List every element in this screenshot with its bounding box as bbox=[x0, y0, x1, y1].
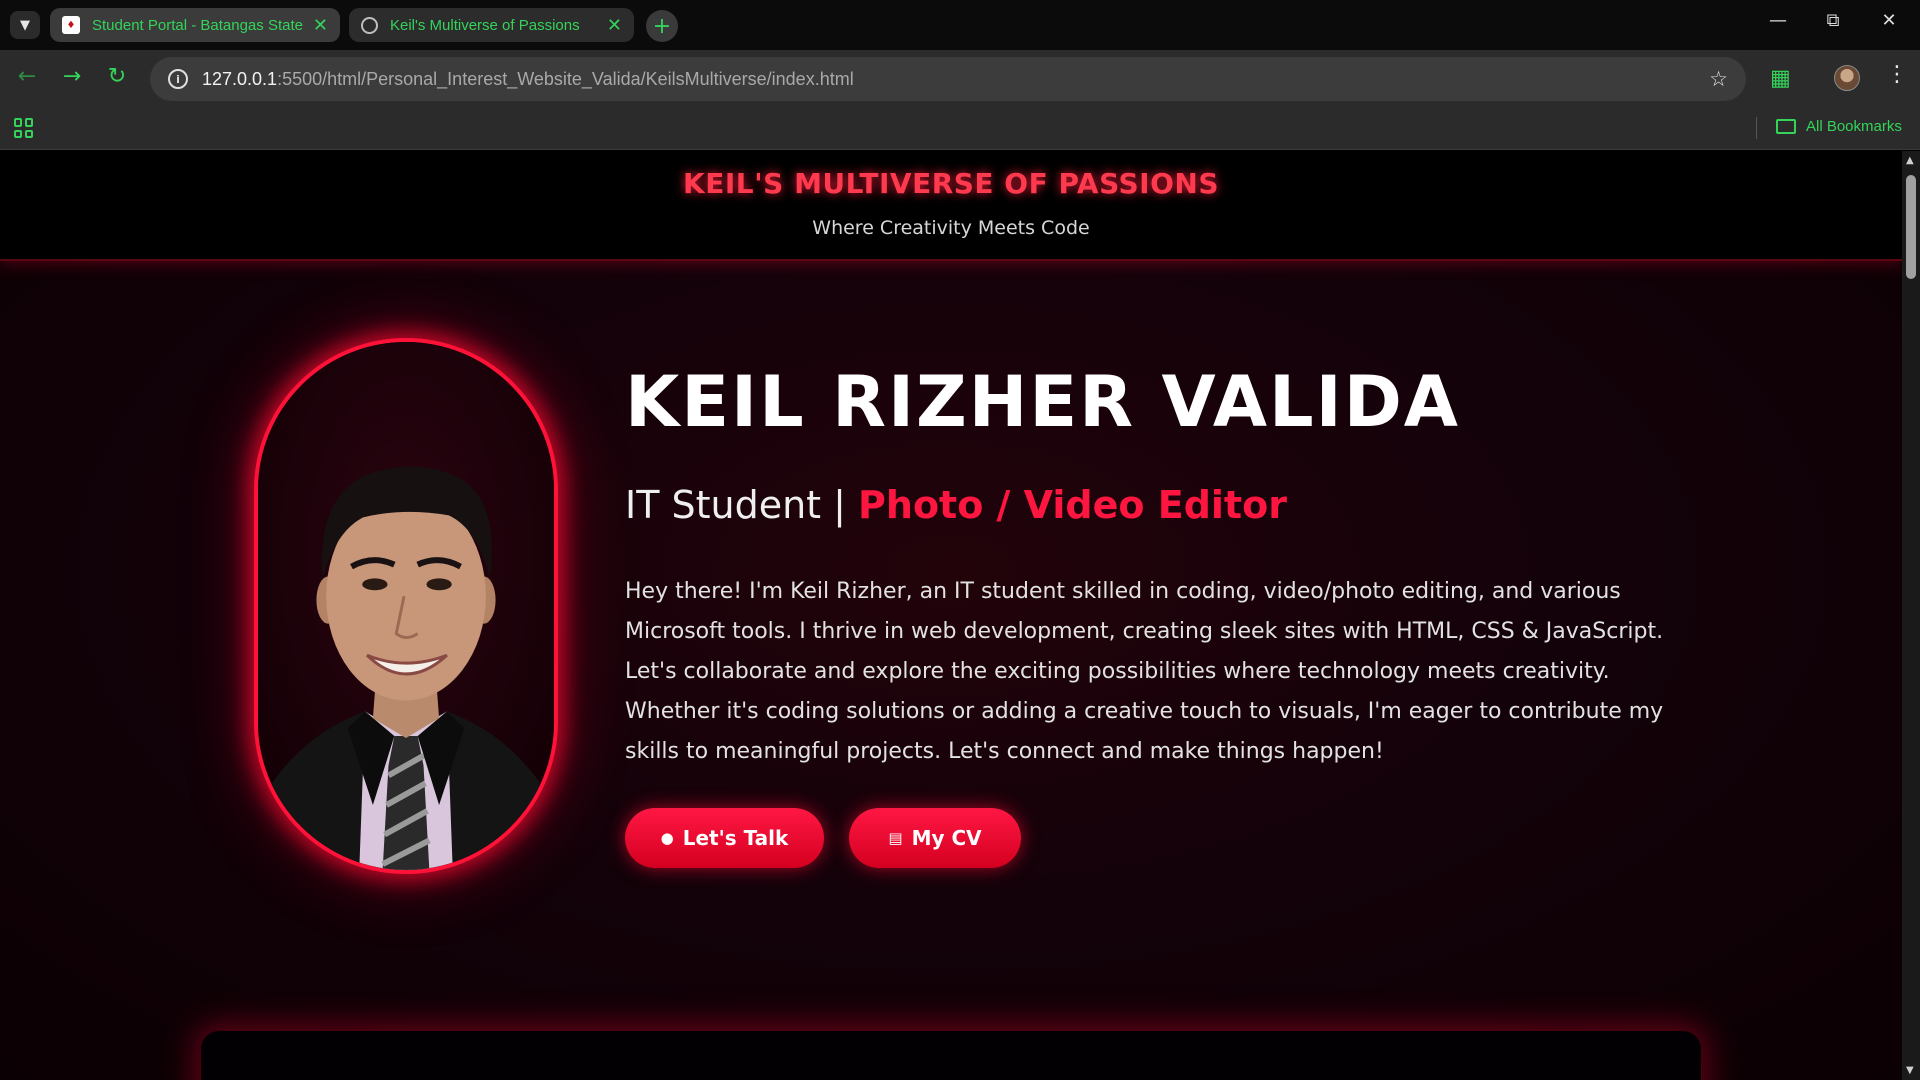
scroll-thumb[interactable] bbox=[1906, 175, 1916, 279]
bookmarks-divider bbox=[1756, 117, 1757, 139]
role-accent: Photo / Video Editor bbox=[858, 483, 1287, 527]
forward-button[interactable]: → bbox=[57, 64, 87, 89]
globe-icon bbox=[361, 16, 378, 34]
new-tab-button[interactable]: + bbox=[646, 10, 678, 42]
page-viewport: KEIL'S MULTIVERSE OF PASSIONS Where Crea… bbox=[0, 151, 1902, 1080]
page-scrollbar[interactable]: ▲ ▼ bbox=[1902, 151, 1920, 1080]
minimize-button[interactable]: — bbox=[1758, 10, 1798, 31]
arrow-right-icon: → bbox=[62, 64, 82, 89]
my-cv-button[interactable]: ▤ My CV bbox=[849, 808, 1021, 868]
hero-bio: Hey there! I'm Keil Rizher, an IT studen… bbox=[625, 579, 1664, 764]
chevron-down-icon: ▼ bbox=[20, 17, 30, 33]
close-icon[interactable]: ✕ bbox=[313, 15, 328, 36]
extensions-puzzle-icon[interactable]: ▦ bbox=[1770, 66, 1791, 91]
next-section-card bbox=[201, 1031, 1701, 1080]
close-window-button[interactable]: ✕ bbox=[1869, 10, 1909, 31]
bookmark-star-icon[interactable]: ☆ bbox=[1709, 67, 1728, 91]
lets-talk-button[interactable]: ● Let's Talk bbox=[625, 808, 824, 868]
site-header: KEIL'S MULTIVERSE OF PASSIONS Where Crea… bbox=[0, 151, 1902, 261]
address-bar[interactable]: i 127.0.0.1:5500/html/Personal_Interest_… bbox=[150, 57, 1746, 101]
scroll-down-icon[interactable]: ▼ bbox=[1906, 1065, 1914, 1076]
document-icon: ▤ bbox=[888, 829, 903, 847]
close-icon[interactable]: ✕ bbox=[607, 15, 622, 36]
site-subtitle: Where Creativity Meets Code bbox=[812, 217, 1090, 239]
site-title: KEIL'S MULTIVERSE OF PASSIONS bbox=[683, 167, 1219, 200]
profile-portrait bbox=[258, 342, 554, 870]
url-path: :5500/html/Personal_Interest_Website_Val… bbox=[277, 68, 854, 89]
browser-tabstrip: ▼ ♦ Student Portal - Batangas State ✕ Ke… bbox=[0, 0, 1920, 50]
reload-icon: ↻ bbox=[107, 64, 127, 89]
role-prefix: IT Student | bbox=[625, 483, 859, 527]
scroll-up-icon[interactable]: ▲ bbox=[1906, 155, 1914, 166]
back-button[interactable]: ← bbox=[12, 64, 42, 89]
all-bookmarks-label: All Bookmarks bbox=[1806, 118, 1902, 135]
bookmarks-bar: All Bookmarks bbox=[0, 108, 1920, 150]
menu-kebab-icon[interactable]: ⋮ bbox=[1886, 62, 1908, 87]
profile-photo-frame bbox=[254, 338, 558, 874]
profile-avatar[interactable] bbox=[1834, 65, 1860, 91]
reload-button[interactable]: ↻ bbox=[102, 64, 132, 89]
lets-talk-label: Let's Talk bbox=[682, 826, 789, 850]
apps-grid-icon[interactable] bbox=[14, 118, 34, 138]
hero-name: KEIL RIZHER VALIDA bbox=[625, 361, 1460, 443]
url-host: 127.0.0.1 bbox=[202, 68, 278, 89]
tab-search-button[interactable]: ▼ bbox=[10, 11, 40, 39]
site-info-icon[interactable]: i bbox=[168, 69, 188, 89]
browser-toolbar: ← → ↻ i 127.0.0.1:5500/html/Personal_Int… bbox=[0, 50, 1920, 108]
tab-title: Keil's Multiverse of Passions bbox=[390, 16, 580, 34]
plus-icon: + bbox=[652, 13, 672, 39]
batstateu-shield-icon: ♦ bbox=[62, 16, 80, 34]
all-bookmarks-button[interactable]: All Bookmarks bbox=[1776, 118, 1902, 135]
hero-role: IT Student | Photo / Video Editor bbox=[625, 483, 1287, 527]
folder-icon bbox=[1776, 119, 1796, 134]
my-cv-label: My CV bbox=[911, 826, 982, 850]
arrow-left-icon: ← bbox=[17, 64, 37, 89]
restore-button[interactable]: ⧉ bbox=[1813, 10, 1853, 31]
tab-title: Student Portal - Batangas State bbox=[92, 16, 303, 34]
tab-student-portal[interactable]: ♦ Student Portal - Batangas State ✕ bbox=[50, 8, 340, 42]
speech-bubble-icon: ● bbox=[660, 829, 674, 847]
tab-keils-multiverse[interactable]: Keil's Multiverse of Passions ✕ bbox=[349, 8, 634, 42]
